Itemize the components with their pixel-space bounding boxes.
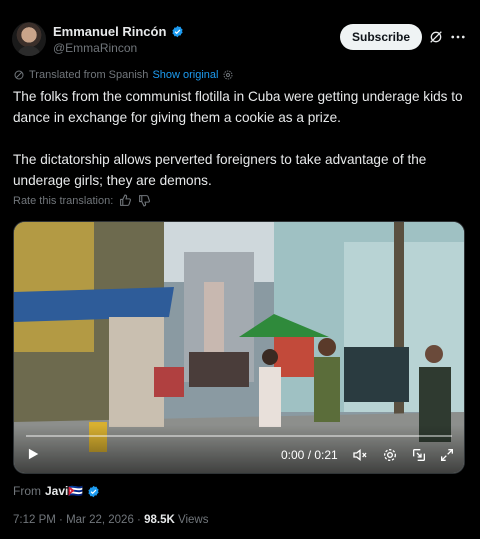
author-handle[interactable]: @EmmaRincon bbox=[53, 41, 137, 55]
tweet-header: Emmanuel Rincón @EmmaRincon Subscribe bbox=[12, 22, 468, 62]
tweet-paragraph: The folks from the communist flotilla in… bbox=[13, 89, 463, 125]
thumbs-down-icon[interactable] bbox=[138, 194, 151, 207]
translated-label: Translated from Spanish bbox=[29, 69, 149, 81]
subscribe-button[interactable]: Subscribe bbox=[340, 24, 422, 50]
video-player[interactable]: 0:00 / 0:21 bbox=[13, 221, 465, 474]
translation-note: Translated from Spanish Show original bbox=[13, 69, 234, 81]
source-author-link[interactable]: Javi🇨🇺 bbox=[45, 484, 83, 498]
video-progress-bar[interactable] bbox=[26, 435, 452, 437]
tweet-paragraph: The dictatorship allows perverted foreig… bbox=[13, 152, 427, 188]
from-label: From bbox=[13, 484, 41, 498]
video-time: 0:00 / 0:21 bbox=[281, 448, 338, 462]
views-count: 98.5K bbox=[144, 514, 175, 526]
pip-icon[interactable] bbox=[411, 447, 427, 463]
author-name[interactable]: Emmanuel Rincón bbox=[53, 24, 166, 39]
fullscreen-icon[interactable] bbox=[439, 447, 455, 463]
grok-icon[interactable] bbox=[428, 29, 444, 45]
tweet-meta: 7:12 PM · Mar 22, 2026 · 98.5K Views bbox=[13, 514, 208, 526]
avatar[interactable] bbox=[12, 22, 46, 56]
tweet-time[interactable]: 7:12 PM bbox=[13, 514, 56, 526]
verified-badge-icon bbox=[88, 485, 99, 497]
verified-badge-icon bbox=[172, 25, 183, 38]
rate-translation: Rate this translation: bbox=[13, 194, 151, 207]
rate-label: Rate this translation: bbox=[13, 194, 114, 207]
settings-icon[interactable] bbox=[382, 447, 398, 463]
video-controls: 0:00 / 0:21 bbox=[14, 425, 464, 473]
thumbs-up-icon[interactable] bbox=[119, 194, 132, 207]
meta-separator: · bbox=[137, 514, 141, 526]
video-source: From Javi🇨🇺 bbox=[13, 484, 100, 498]
show-original-link[interactable]: Show original bbox=[152, 69, 218, 81]
meta-separator: · bbox=[59, 514, 63, 526]
tweet-date[interactable]: Mar 22, 2026 bbox=[66, 514, 134, 526]
mute-icon[interactable] bbox=[352, 447, 368, 463]
views-label: Views bbox=[177, 514, 209, 526]
translate-icon bbox=[14, 70, 24, 80]
more-icon[interactable] bbox=[449, 28, 467, 46]
play-icon[interactable] bbox=[26, 447, 40, 461]
settings-gear-icon[interactable] bbox=[222, 69, 234, 81]
